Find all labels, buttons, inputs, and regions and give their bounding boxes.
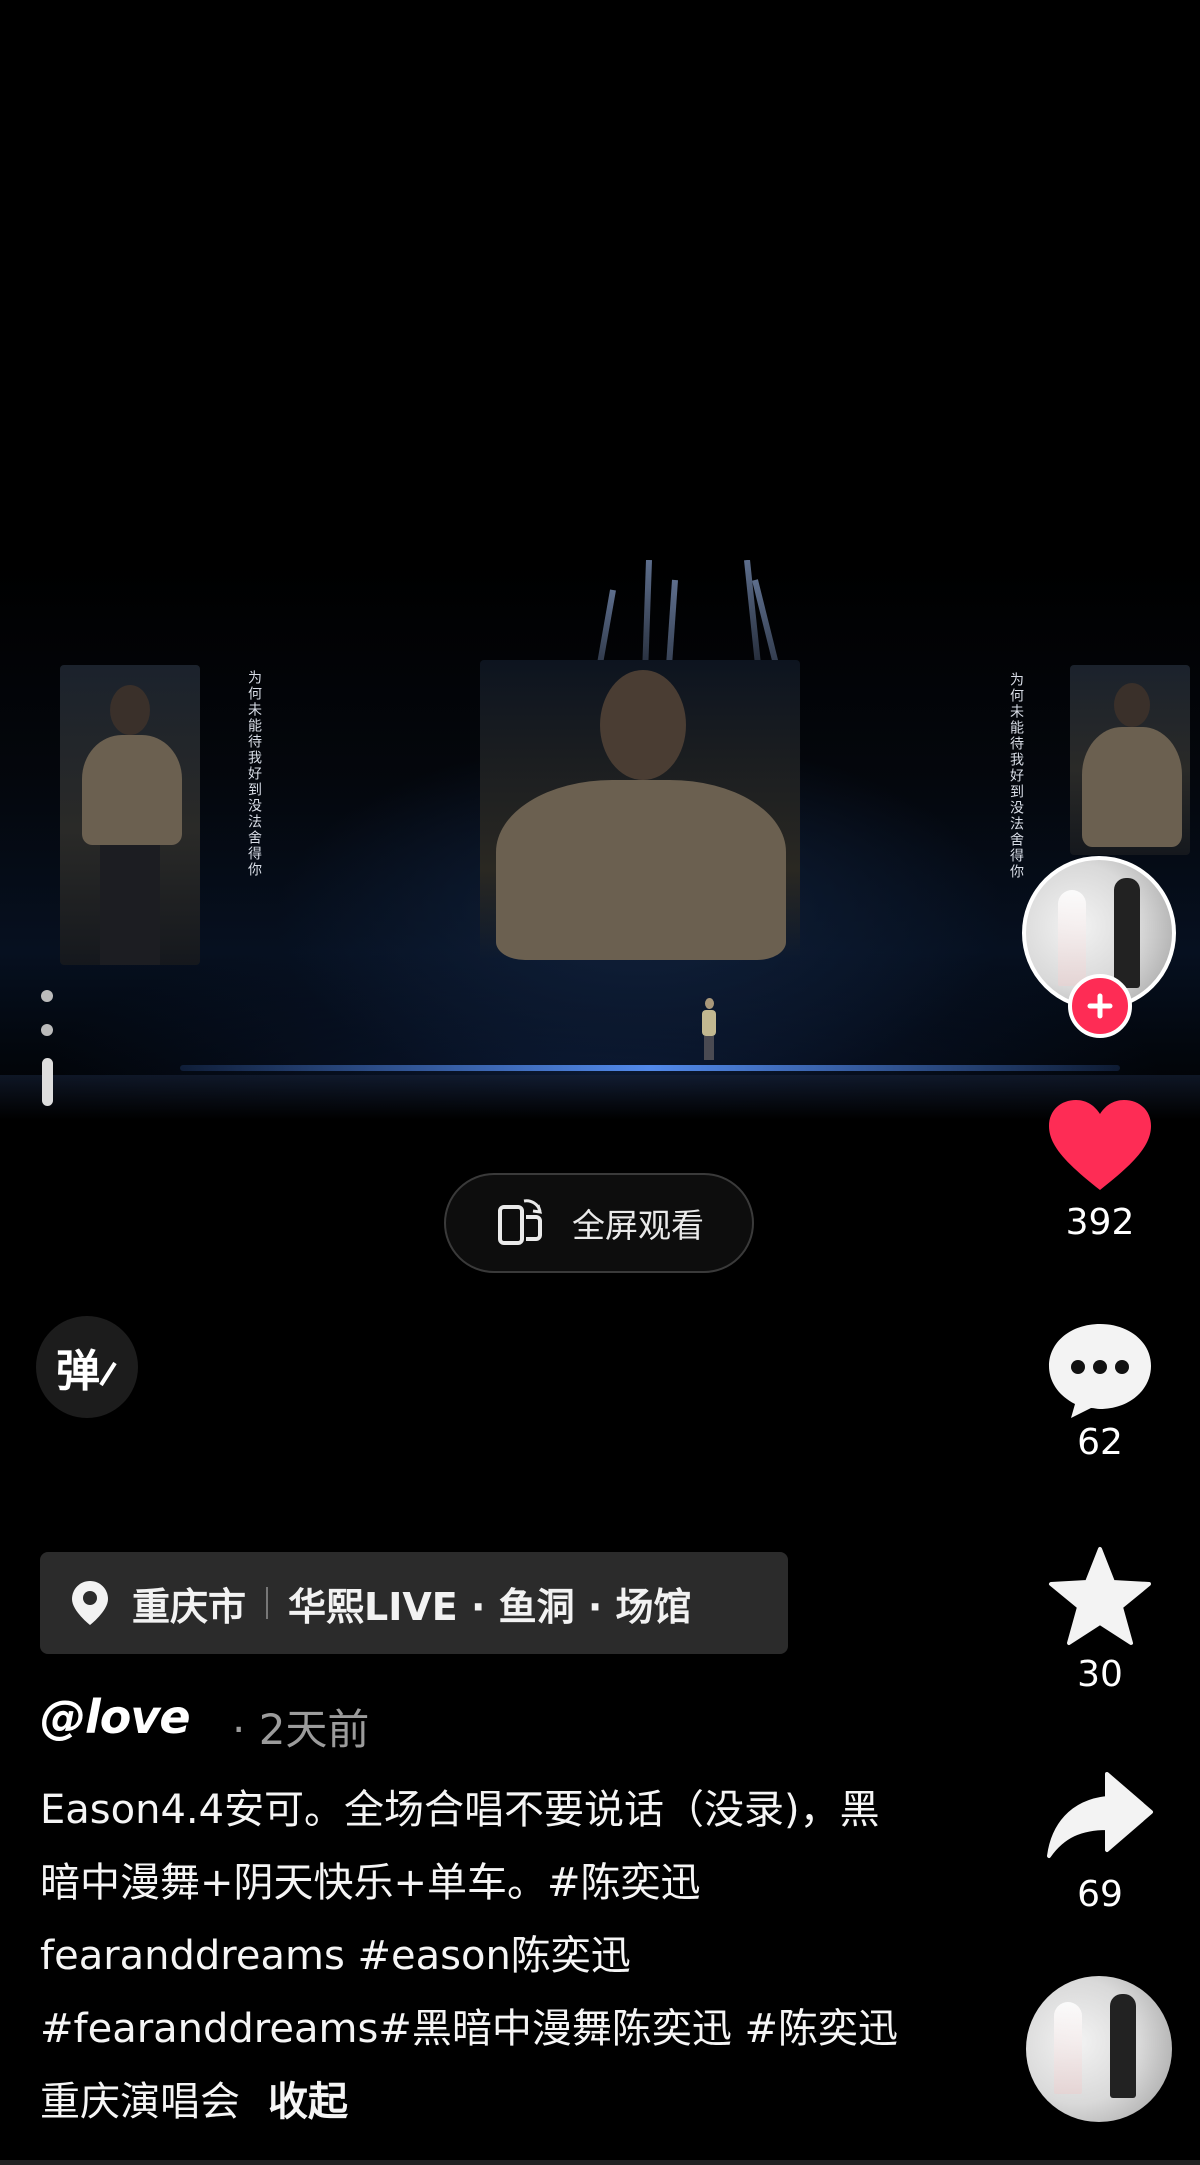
favorite-count: 30: [1077, 1654, 1123, 1695]
comment-button[interactable]: 62: [1020, 1320, 1180, 1463]
fullscreen-button[interactable]: 全屏观看: [444, 1173, 754, 1273]
progress-dot[interactable]: [41, 990, 53, 1002]
plus-icon: [1087, 993, 1113, 1019]
right-led-screen: [1070, 665, 1190, 855]
location-chip[interactable]: 重庆市 华熙LIVE · 鱼洞 · 场馆: [40, 1552, 788, 1654]
danmaku-toggle-button[interactable]: 弹: [36, 1316, 138, 1418]
location-divider: [266, 1587, 269, 1619]
video-player[interactable]: 为何未能待我好到没法舍得你 为何未能待我好到没法舍得你: [0, 560, 1200, 1120]
fullscreen-label: 全屏观看: [572, 1206, 704, 1245]
performer-figure: [700, 998, 718, 1060]
author-name[interactable]: @love: [40, 1690, 191, 1744]
lyric-right: 为何未能待我好到没法舍得你: [1008, 672, 1024, 880]
avatar-silhouette: [1110, 1994, 1136, 2098]
comment-count: 62: [1077, 1422, 1123, 1463]
sound-disc-avatar[interactable]: [1026, 1976, 1172, 2122]
avatar-silhouette: [1114, 878, 1140, 988]
stage-edge-lights: [180, 1065, 1120, 1071]
center-led-screen: [480, 660, 800, 960]
like-button[interactable]: 392: [1020, 1098, 1180, 1243]
location-city: 重庆市: [132, 1584, 247, 1629]
post-time: · 2天前: [232, 1705, 370, 1754]
caption-text: Eason4.4安可。全场合唱不要说话（没录)，黑暗中漫舞+阴天快乐+单车。#陈…: [40, 1787, 899, 2125]
share-button[interactable]: 69: [1020, 1770, 1180, 1915]
avatar-art: [1054, 2002, 1082, 2094]
rotate-screen-icon: [498, 1199, 543, 1245]
like-count: 392: [1065, 1202, 1135, 1243]
collapse-caption-button[interactable]: 收起: [268, 2079, 348, 2125]
comment-bubble-icon: [1049, 1324, 1151, 1418]
star-icon: [1049, 1547, 1151, 1645]
share-arrow-icon: [1047, 1772, 1153, 1858]
follow-button[interactable]: [1068, 974, 1132, 1038]
danmaku-off-slash-icon: [99, 1361, 117, 1387]
share-count: 69: [1077, 1874, 1123, 1915]
favorite-button[interactable]: 30: [1020, 1546, 1180, 1695]
lyric-left: 为何未能待我好到没法舍得你: [246, 670, 262, 878]
avatar-art: [1058, 890, 1086, 986]
progress-dot-active[interactable]: [41, 1058, 53, 1106]
progress-dot[interactable]: [41, 1024, 53, 1036]
heart-icon: [1049, 1100, 1151, 1190]
location-place: 华熙LIVE · 鱼洞 · 场馆: [288, 1584, 692, 1629]
location-pin-icon: [72, 1581, 108, 1625]
video-scrubber[interactable]: [0, 2160, 1200, 2165]
left-led-screen: [60, 665, 200, 965]
post-caption[interactable]: Eason4.4安可。全场合唱不要说话（没录)，黑暗中漫舞+阴天快乐+单车。#陈…: [40, 1774, 900, 2139]
danmaku-label: 弹: [56, 1346, 100, 1397]
video-progress-dots[interactable]: [40, 990, 54, 1128]
